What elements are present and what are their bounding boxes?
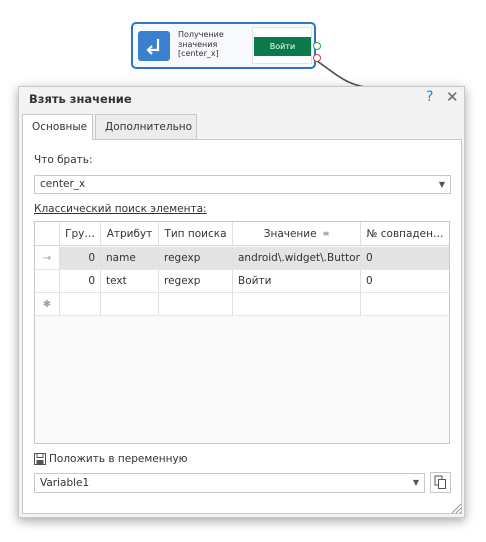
column-header-match-number[interactable]: № совпаден… — [361, 222, 449, 245]
cell-match-number[interactable]: 0 — [361, 247, 449, 269]
save-to-variable-text: Положить в переменную — [49, 453, 188, 465]
cell-value[interactable]: android\.widget\.Button — [233, 247, 361, 269]
current-row-arrow-icon: → — [35, 247, 60, 269]
what-to-take-select[interactable]: center_x ▼ — [34, 175, 451, 194]
cell-attribute[interactable] — [101, 293, 159, 315]
column-header-value-label: Значение — [263, 227, 317, 240]
node-preview-button: Войти — [254, 37, 311, 56]
row-marker — [35, 270, 60, 292]
cell-match-number[interactable]: 0 — [361, 270, 449, 292]
cell-value[interactable]: Войти — [233, 270, 361, 292]
grid-header: Гру… Атрибут Тип поиска Значение ≡ № сов… — [35, 222, 449, 246]
cell-attribute[interactable]: name — [101, 247, 159, 269]
column-header-attribute[interactable]: Атрибут — [101, 222, 159, 245]
node-title-line: значения — [178, 39, 218, 49]
cell-search-type[interactable] — [159, 293, 233, 315]
tab-panel: Что брать: center_x ▼ Классический поиск… — [22, 139, 462, 514]
dialog-title: Взять значение — [29, 92, 132, 106]
cell-search-type[interactable]: regexp — [159, 270, 233, 292]
classic-search-label[interactable]: Классический поиск элемента: — [34, 203, 207, 215]
cell-group[interactable]: 0 — [60, 247, 101, 269]
search-criteria-grid: Гру… Атрибут Тип поиска Значение ≡ № сов… — [34, 221, 450, 444]
grid-header-marker — [35, 222, 60, 245]
action-node[interactable]: Получение значения [center_x] Войти — [131, 22, 321, 69]
table-row[interactable]: → 0 name regexp android\.widget\.Button … — [35, 247, 449, 270]
column-header-search-type[interactable]: Тип поиска — [159, 222, 233, 245]
variable-value: Variable1 — [40, 477, 90, 489]
floppy-disk-icon — [34, 453, 46, 465]
what-to-take-value: center_x — [40, 178, 86, 190]
column-header-group[interactable]: Гру… — [60, 222, 101, 245]
cell-attribute[interactable]: text — [101, 270, 159, 292]
variable-select[interactable]: Variable1 ▼ — [34, 473, 425, 493]
node-preview: Войти — [252, 27, 312, 64]
copy-icon — [434, 475, 446, 489]
cell-search-type[interactable]: regexp — [159, 247, 233, 269]
cell-match-number[interactable] — [361, 293, 449, 315]
chevron-down-icon: ▼ — [438, 180, 445, 189]
help-icon[interactable]: ? — [426, 89, 433, 105]
get-value-dialog: Взять значение ? ✕ Основные Дополнительн… — [18, 86, 465, 518]
error-port[interactable] — [313, 54, 321, 62]
resize-grip-icon[interactable] — [450, 502, 462, 514]
cell-value[interactable] — [233, 293, 361, 315]
cell-group[interactable] — [60, 293, 101, 315]
column-header-value[interactable]: Значение ≡ — [233, 222, 361, 245]
arrow-down-left-icon — [138, 31, 170, 61]
sort-icon: ≡ — [322, 229, 330, 238]
copy-button[interactable] — [430, 472, 451, 493]
close-icon[interactable]: ✕ — [446, 88, 459, 106]
what-to-take-label: Что брать: — [34, 154, 93, 166]
cell-group[interactable]: 0 — [60, 270, 101, 292]
chevron-down-icon: ▼ — [412, 478, 419, 487]
new-row[interactable]: ✱ — [35, 293, 449, 316]
node-title-line: [center_x] — [178, 49, 219, 58]
new-row-asterisk-icon: ✱ — [35, 293, 60, 315]
tab-additional[interactable]: Дополнительно — [95, 114, 197, 140]
tab-main[interactable]: Основные — [22, 114, 93, 140]
table-row[interactable]: 0 text regexp Войти 0 — [35, 270, 449, 293]
node-title: Получение значения [center_x] — [178, 30, 248, 59]
success-port[interactable] — [313, 42, 321, 50]
save-to-variable-label: Положить в переменную — [34, 453, 188, 465]
node-title-line: Получение — [178, 30, 224, 39]
